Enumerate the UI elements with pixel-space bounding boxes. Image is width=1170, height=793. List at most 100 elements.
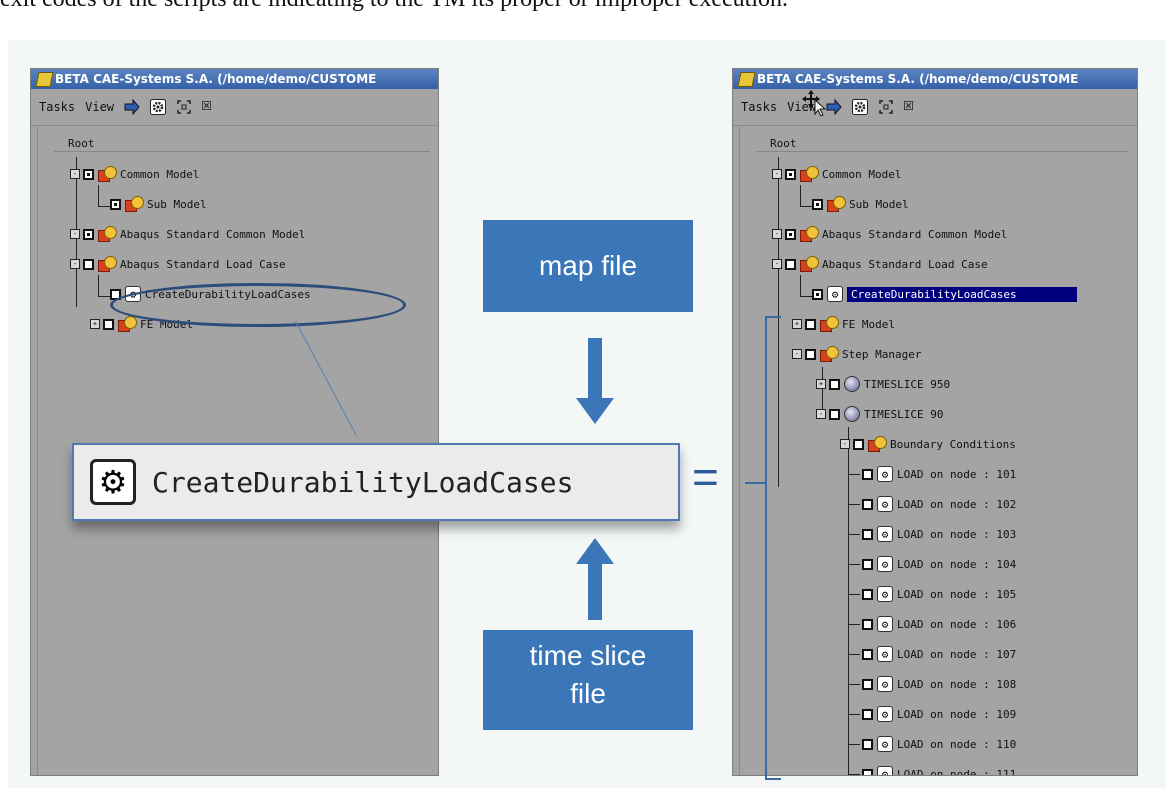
tree-connector <box>848 713 860 715</box>
left-tasks-menu[interactable]: Tasks <box>39 100 75 114</box>
checkbox[interactable] <box>862 738 873 750</box>
tree-row[interactable]: ⚙ LOAD on node : 110 <box>848 733 1017 755</box>
tree-row[interactable]: ⚙ LOAD on node : 102 <box>848 493 1016 515</box>
checkbox[interactable] <box>829 408 840 420</box>
expand-toggle-icon[interactable]: - <box>840 439 850 449</box>
tree-row[interactable]: ⚙ LOAD on node : 108 <box>848 673 1016 695</box>
tree-row[interactable]: ⚙ LOAD on node : 111 <box>848 763 1016 775</box>
tree-row[interactable]: - Step Manager <box>792 343 921 365</box>
tree-row[interactable]: ⚙ LOAD on node : 101 <box>848 463 1016 485</box>
tree-row-abaqus-common-model[interactable]: - Abaqus Standard Common Model <box>70 223 305 245</box>
checkbox[interactable] <box>83 228 94 240</box>
checkbox[interactable] <box>862 468 873 480</box>
tree-row[interactable]: ⚙ LOAD on node : 103 <box>848 523 1017 545</box>
expand-toggle-icon[interactable]: - <box>70 169 80 179</box>
right-window-titlebar[interactable]: BETA CAE-Systems S.A. (/home/demo/CUSTOM… <box>733 69 1137 89</box>
checkbox[interactable] <box>812 288 823 300</box>
arrow-right-icon[interactable] <box>124 99 140 115</box>
tree-row-abaqus-load-case[interactable]: - Abaqus Standard Load Case <box>70 253 286 275</box>
tree-row[interactable]: ⚙ LOAD on node : 107 <box>848 643 1016 665</box>
tree-row[interactable]: ⚙ LOAD on node : 105 <box>848 583 1017 605</box>
tree-row-label: LOAD on node : 103 <box>897 527 1017 541</box>
right-window-title: BETA CAE-Systems S.A. (/home/demo/CUSTOM… <box>757 72 1079 86</box>
checkbox[interactable] <box>812 198 823 210</box>
checkbox[interactable] <box>862 588 873 600</box>
expand-toggle-icon[interactable]: - <box>70 229 80 239</box>
right-tasks-menu[interactable]: Tasks <box>741 100 777 114</box>
script-gear-icon: ⚙ <box>877 586 893 602</box>
tree-connector <box>800 275 801 297</box>
down-arrow-head <box>576 398 614 424</box>
close-icon[interactable] <box>202 101 214 113</box>
tree-row-label: LOAD on node : 109 <box>897 707 1017 721</box>
expand-toggle-icon[interactable]: - <box>772 229 782 239</box>
tree-row[interactable]: - Abaqus Standard Load Case <box>772 253 988 275</box>
tree-row[interactable]: - Boundary Conditions <box>840 433 1016 455</box>
checkbox[interactable] <box>862 648 873 660</box>
tree-row-sub-model[interactable]: Sub Model <box>110 193 207 215</box>
script-gear-icon: ⚙ <box>877 556 893 572</box>
script-callout: ⚙ CreateDurabilityLoadCases <box>72 443 680 521</box>
close-icon[interactable] <box>904 101 916 113</box>
expand-toggle-icon[interactable]: - <box>772 169 782 179</box>
fit-view-icon[interactable] <box>878 99 894 115</box>
checkbox[interactable] <box>103 318 114 330</box>
tree-row[interactable]: ⚙ LOAD on node : 104 <box>848 553 1017 575</box>
tree-row-label: Abaqus Standard Load Case <box>120 257 286 271</box>
checkbox[interactable] <box>862 618 873 630</box>
expand-toggle-icon[interactable]: + <box>816 379 826 389</box>
down-arrow-shaft <box>588 338 602 398</box>
tree-row[interactable]: ⚙ LOAD on node : 109 <box>848 703 1017 725</box>
checkbox[interactable] <box>862 708 873 720</box>
checkbox[interactable] <box>83 258 94 270</box>
tree-row-label: LOAD on node : 104 <box>897 557 1017 571</box>
tree-connector <box>848 623 860 625</box>
checkbox[interactable] <box>862 768 873 775</box>
expand-toggle-icon[interactable]: + <box>90 319 100 329</box>
checkbox[interactable] <box>853 438 864 450</box>
expand-toggle-icon[interactable]: - <box>816 409 826 419</box>
beta-app-icon <box>35 72 54 87</box>
right-tree-view[interactable]: Root - Common Model Sub Model - Abaqus Stand… <box>739 127 1129 775</box>
fit-view-icon[interactable] <box>176 99 192 115</box>
expand-toggle-icon[interactable]: - <box>792 349 802 359</box>
left-window-titlebar[interactable]: BETA CAE-Systems S.A. (/home/demo/CUSTOM… <box>31 69 438 89</box>
checkbox[interactable] <box>785 168 796 180</box>
tree-root-label: Root <box>68 137 95 150</box>
checkbox[interactable] <box>785 258 796 270</box>
arrow-right-icon[interactable] <box>826 99 842 115</box>
tree-connector <box>98 185 99 207</box>
checkbox[interactable] <box>862 528 873 540</box>
left-view-menu[interactable]: View <box>85 100 114 114</box>
tree-row[interactable]: + FE Model <box>792 313 895 335</box>
tree-row-label: LOAD on node : 110 <box>897 737 1017 751</box>
tree-row-label: LOAD on node : 105 <box>897 587 1017 601</box>
tree-connector <box>98 296 110 297</box>
callout-label: CreateDurabilityLoadCases <box>152 465 574 499</box>
checkbox[interactable] <box>785 228 796 240</box>
checkbox[interactable] <box>862 678 873 690</box>
checkbox[interactable] <box>862 558 873 570</box>
gear-icon[interactable] <box>852 99 869 115</box>
checkbox[interactable] <box>805 348 816 360</box>
tree-row[interactable]: + TIMESLICE 950 <box>816 373 950 395</box>
tree-row[interactable]: - Abaqus Standard Common Model <box>772 223 1007 245</box>
checkbox[interactable] <box>862 498 873 510</box>
model-icon <box>800 166 819 182</box>
tree-row[interactable]: - TIMESLICE 90 <box>816 403 943 425</box>
tree-row[interactable]: Sub Model <box>812 193 909 215</box>
checkbox[interactable] <box>110 198 121 210</box>
expand-toggle-icon[interactable]: + <box>792 319 802 329</box>
checkbox[interactable] <box>829 378 840 390</box>
expand-toggle-icon[interactable]: - <box>772 259 782 269</box>
script-gear-icon: ⚙ <box>877 496 893 512</box>
checkbox[interactable] <box>805 318 816 330</box>
gear-icon[interactable] <box>150 99 167 115</box>
map-file-label: map file <box>538 250 638 281</box>
expand-toggle-icon[interactable]: - <box>70 259 80 269</box>
tree-row[interactable]: ⚙ LOAD on node : 106 <box>848 613 1016 635</box>
tree-row-common-model[interactable]: - Common Model <box>70 163 199 185</box>
tree-row[interactable]: - Common Model <box>772 163 901 185</box>
checkbox[interactable] <box>83 168 94 180</box>
tree-row[interactable]: ⚙ CreateDurabilityLoadCases <box>812 283 1077 305</box>
